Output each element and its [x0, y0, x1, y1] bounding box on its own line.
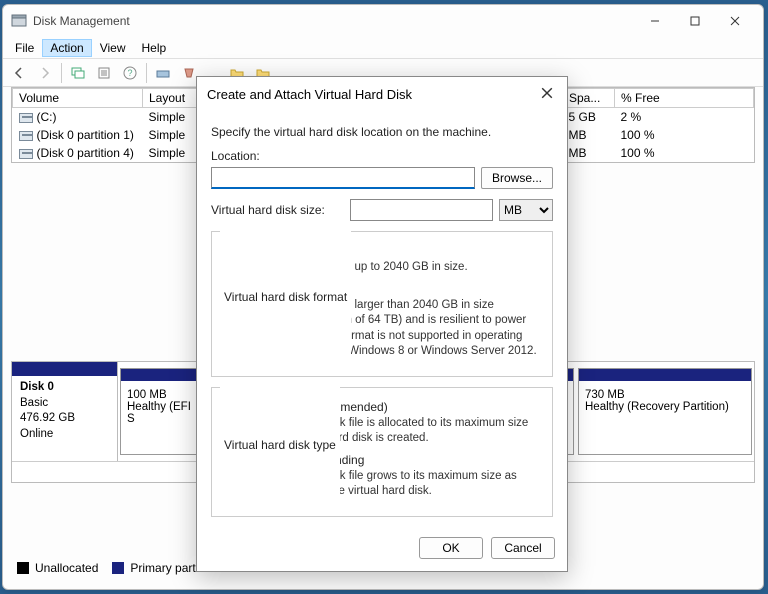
create-vhd-dialog: Create and Attach Virtual Hard Disk Spec…: [196, 76, 568, 572]
properties-button[interactable]: [92, 61, 116, 85]
forward-button[interactable]: [33, 61, 57, 85]
format-fieldset: Virtual hard disk format VHD Supports vi…: [211, 231, 553, 377]
size-label: Virtual hard disk size:: [211, 203, 344, 217]
type-legend: Virtual hard disk type: [220, 380, 340, 510]
menu-action[interactable]: Action: [42, 39, 91, 57]
disk-size: 476.92 GB: [20, 412, 75, 424]
menubar: File Action View Help: [3, 37, 763, 59]
dialog-instruction: Specify the virtual hard disk location o…: [211, 125, 553, 139]
back-button[interactable]: [7, 61, 31, 85]
menu-file[interactable]: File: [7, 39, 42, 57]
menu-view[interactable]: View: [92, 39, 134, 57]
partition[interactable]: 100 MBHealthy (EFI S: [120, 368, 206, 455]
browse-button[interactable]: Browse...: [481, 167, 553, 189]
minimize-button[interactable]: [635, 7, 675, 35]
ok-button[interactable]: OK: [419, 537, 483, 559]
cancel-button[interactable]: Cancel: [491, 537, 555, 559]
legend: Unallocated Primary partition: [17, 561, 218, 575]
format-legend: Virtual hard disk format: [220, 224, 351, 370]
disk-name: Disk 0: [20, 381, 54, 393]
close-button[interactable]: [715, 7, 755, 35]
window-title: Disk Management: [33, 14, 635, 28]
menu-help[interactable]: Help: [134, 39, 175, 57]
titlebar: Disk Management: [3, 5, 763, 37]
type-fieldset: Virtual hard disk type Fixed size (Recom…: [211, 387, 553, 517]
svg-text:?: ?: [127, 68, 132, 78]
col-free[interactable]: % Free: [615, 89, 754, 108]
disk-info[interactable]: Disk 0 Basic 476.92 GB Online: [12, 362, 118, 461]
dialog-title: Create and Attach Virtual Hard Disk: [207, 87, 412, 102]
partition[interactable]: 730 MBHealthy (Recovery Partition): [578, 368, 752, 455]
location-label: Location:: [211, 149, 553, 163]
col-volume[interactable]: Volume: [13, 89, 143, 108]
volume-icon: [19, 113, 33, 123]
app-icon: [11, 13, 27, 29]
col-space[interactable]: Spa...: [563, 89, 615, 108]
volume-icon: [19, 131, 33, 141]
legend-swatch-unallocated: [17, 562, 29, 574]
size-unit-select[interactable]: MB: [499, 199, 553, 221]
action-button-1[interactable]: [151, 61, 175, 85]
maximize-button[interactable]: [675, 7, 715, 35]
legend-swatch-primary: [112, 562, 124, 574]
refresh-button[interactable]: [66, 61, 90, 85]
dialog-close-button[interactable]: [537, 83, 557, 106]
help-button[interactable]: ?: [118, 61, 142, 85]
disk-status: Online: [20, 428, 53, 440]
size-input[interactable]: [350, 199, 493, 221]
disk-type: Basic: [20, 397, 48, 409]
location-input[interactable]: [211, 167, 475, 189]
volume-icon: [19, 149, 33, 159]
